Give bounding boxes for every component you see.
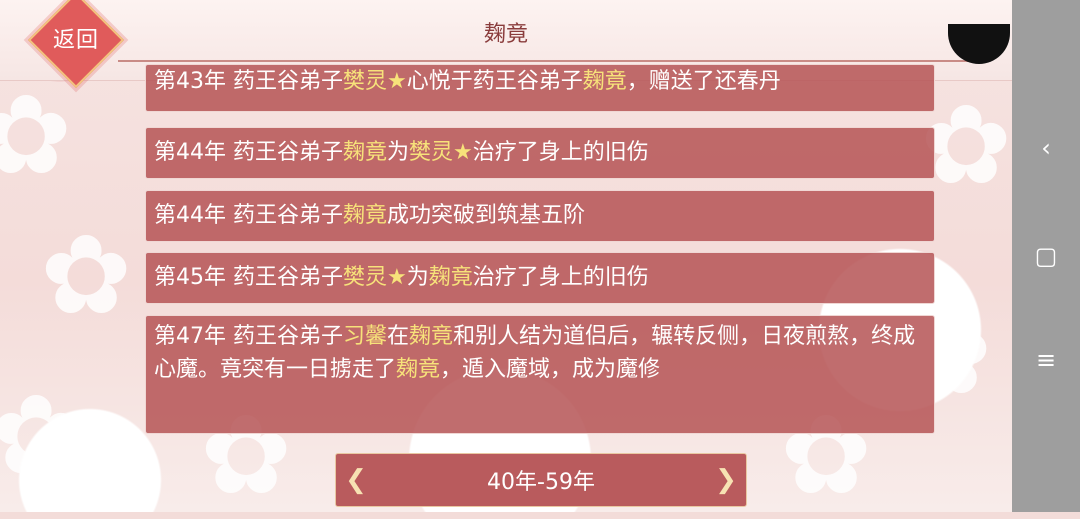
character-name[interactable]: 麹竟 <box>583 69 627 94</box>
character-name[interactable]: 樊灵★ <box>343 265 407 290</box>
character-name[interactable]: 麹竟 <box>396 357 440 382</box>
character-name[interactable]: 麹竟 <box>429 265 473 290</box>
entry-year: 第43年 <box>154 69 226 94</box>
entry-text: 为 <box>387 140 410 165</box>
right-ornament-arrow-icon[interactable]: ❯ <box>706 460 746 500</box>
back-button[interactable]: 返回 <box>27 0 125 89</box>
system-back-icon[interactable]: ‹ <box>1012 128 1080 168</box>
entry-text: ，遁入魔域，成为魔修 <box>440 357 661 382</box>
character-name[interactable]: 麹竟 <box>343 203 387 228</box>
entry-year: 第45年 <box>154 265 226 290</box>
character-name[interactable]: 樊灵★ <box>409 140 473 165</box>
character-name[interactable]: 习馨 <box>343 324 387 349</box>
entry-text: 成功突破到筑基五阶 <box>387 203 586 228</box>
entry-text: 治疗了身上的旧伤 <box>472 140 649 165</box>
entry-text: 心悦于药王谷弟子 <box>406 69 583 94</box>
entry-text: 治疗了身上的旧伤 <box>472 265 649 290</box>
entry-text: 药王谷弟子 <box>233 203 344 228</box>
blossom-decoration: ✿ <box>0 371 83 499</box>
left-ornament-arrow-icon[interactable]: ❮ <box>336 460 376 500</box>
header-divider <box>118 60 982 62</box>
entry-text: 药王谷弟子 <box>233 265 344 290</box>
entry-text: 药王谷弟子 <box>233 140 344 165</box>
list-item: 第45年 药王谷弟子樊灵★为麹竟治疗了身上的旧伤 <box>145 252 935 304</box>
system-home-icon[interactable]: ▢ <box>1012 236 1080 276</box>
system-navigation-bar: ‹ ▢ ≡ <box>1012 0 1080 512</box>
entry-text: 药王谷弟子 <box>233 69 344 94</box>
entry-year: 第44年 <box>154 203 226 228</box>
entry-text: 为 <box>406 265 429 290</box>
entry-text: 药王谷弟子 <box>233 324 344 349</box>
list-item: 第43年 药王谷弟子樊灵★心悦于药王谷弟子麹竟，赠送了还春丹 <box>145 64 935 112</box>
entry-text: 在 <box>387 324 410 349</box>
system-menu-icon[interactable]: ≡ <box>1012 340 1080 380</box>
list-item: 第44年 药王谷弟子麹竟成功突破到筑基五阶 <box>145 190 935 242</box>
list-item: 第44年 药王谷弟子麹竟为樊灵★治疗了身上的旧伤 <box>145 127 935 179</box>
entry-text: ，赠送了还春丹 <box>626 69 781 94</box>
blossom-decoration: ✿ <box>40 211 133 339</box>
period-pagination: ❮ 40年-59年 ❯ <box>335 453 747 507</box>
character-name[interactable]: 樊灵★ <box>343 69 407 94</box>
blossom-decoration: ✿ <box>0 71 73 199</box>
character-name[interactable]: 麹竟 <box>343 140 387 165</box>
character-name[interactable]: 麹竟 <box>409 324 453 349</box>
entry-year: 第47年 <box>154 324 226 349</box>
camera-notch <box>948 24 1010 64</box>
list-item: 第47年 药王谷弟子习馨在麹竟和别人结为道侣后，辗转反侧，日夜煎熬，终成心魔。竟… <box>145 315 935 434</box>
entry-year: 第44年 <box>154 140 226 165</box>
page-title: 麹竟 <box>483 22 528 47</box>
period-range-label: 40年-59年 <box>487 470 595 495</box>
back-button-label: 返回 <box>52 28 99 53</box>
